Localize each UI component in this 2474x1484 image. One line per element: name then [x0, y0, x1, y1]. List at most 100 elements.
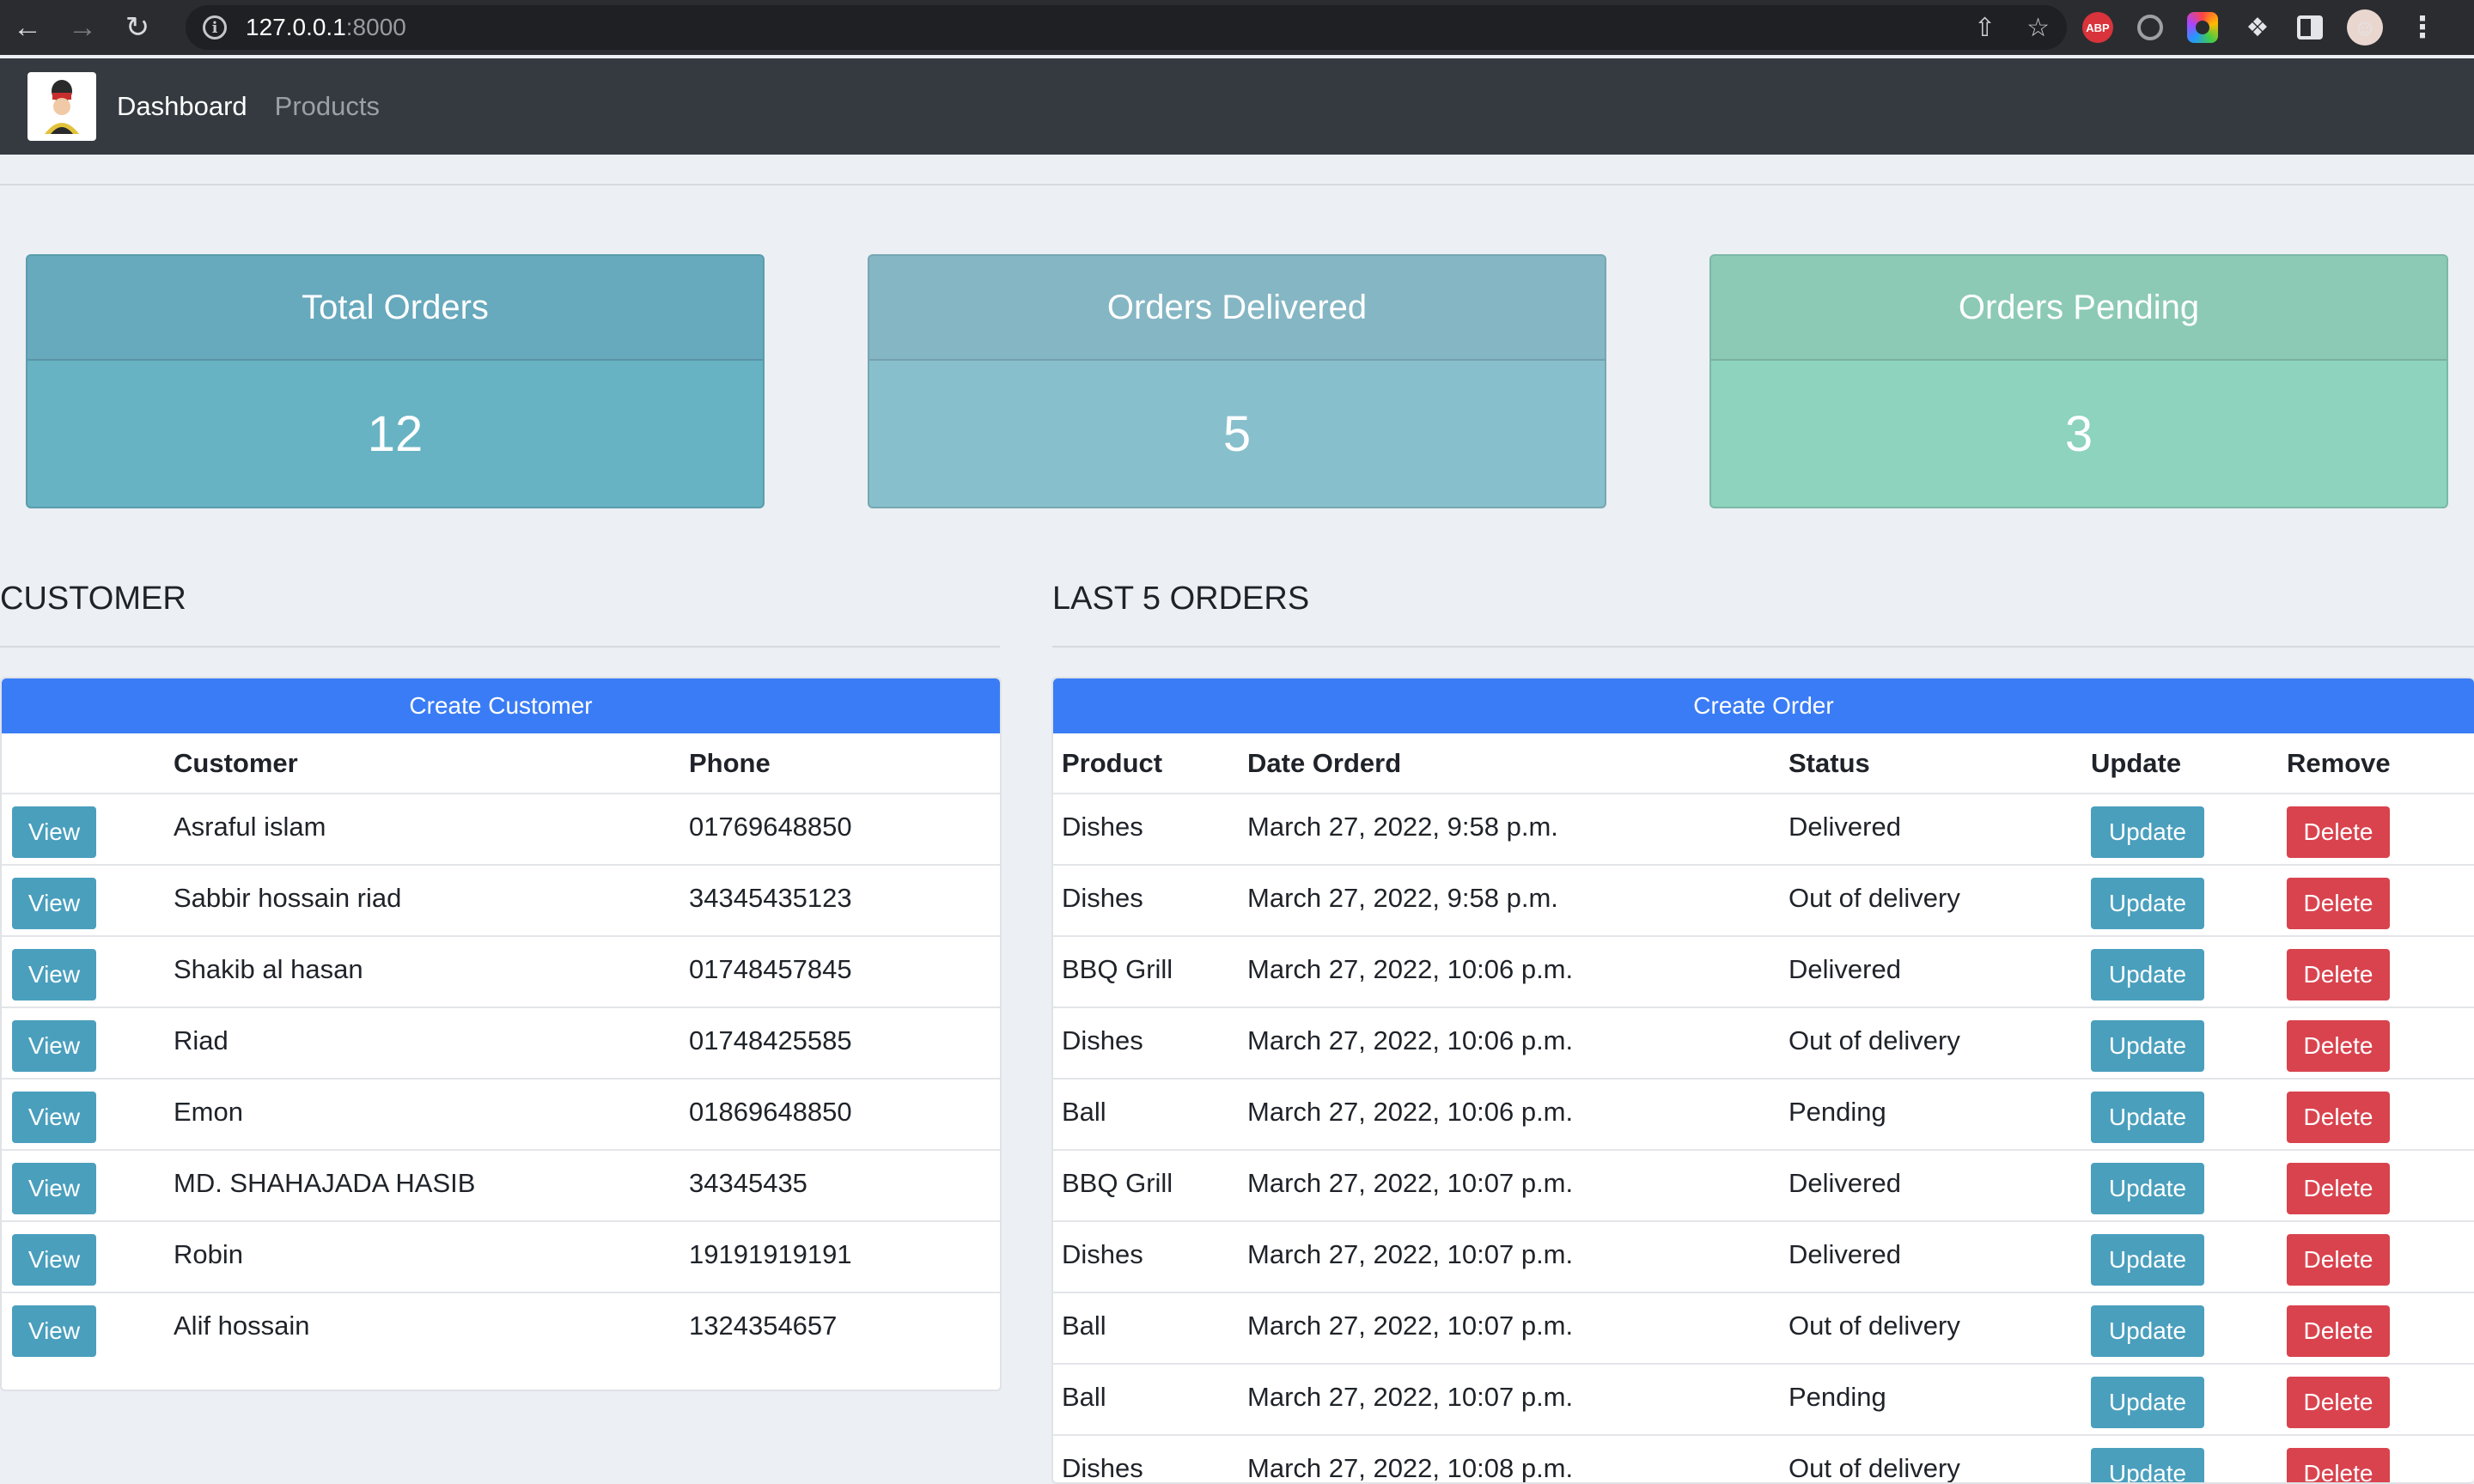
- address-bar[interactable]: i 127.0.0.1:8000 ⇧ ☆: [186, 5, 2067, 50]
- column-header: [2, 733, 174, 794]
- create-order-button[interactable]: Create Order: [1053, 678, 2474, 733]
- update-button[interactable]: Update: [2091, 1092, 2204, 1143]
- mascot-logo-icon: [45, 80, 79, 134]
- update-cell: Update: [2091, 1007, 2287, 1079]
- delete-button[interactable]: Delete: [2287, 1305, 2390, 1357]
- table-row: BBQ Grill March 27, 2022, 10:06 p.m. Deliv…: [1053, 935, 2474, 1007]
- customers-table: Customer Phone View Asraful islam 01769648…: [2, 733, 1000, 1364]
- view-cell: View: [2, 864, 174, 936]
- order-product: Dishes: [1053, 793, 1247, 865]
- table-row: View Robin 19191919191: [2, 1220, 1000, 1292]
- update-button[interactable]: Update: [2091, 806, 2204, 858]
- view-button[interactable]: View: [12, 1092, 96, 1143]
- order-product: Ball: [1053, 1363, 1247, 1435]
- update-button[interactable]: Update: [2091, 1163, 2204, 1214]
- customer-name: MD. SHAHAJADA HASIB: [174, 1149, 689, 1221]
- view-button[interactable]: View: [12, 806, 96, 858]
- update-button[interactable]: Update: [2091, 1234, 2204, 1286]
- browser-toolbar: ← → ↻ i 127.0.0.1:8000 ⇧ ☆ ABP ❖ ☺ ⋮: [0, 0, 2474, 55]
- table-row: BBQ Grill March 27, 2022, 10:07 p.m. Deliv…: [1053, 1149, 2474, 1221]
- update-button[interactable]: Update: [2091, 1377, 2204, 1428]
- side-panel-icon[interactable]: [2297, 15, 2323, 40]
- delete-button[interactable]: Delete: [2287, 806, 2390, 858]
- delete-cell: Delete: [2287, 864, 2474, 936]
- update-button[interactable]: Update: [2091, 878, 2204, 929]
- adblock-extension-icon[interactable]: ABP: [2082, 12, 2113, 43]
- table-row: Ball March 27, 2022, 10:07 p.m. Out of del…: [1053, 1292, 2474, 1364]
- orders-delivered-card: Orders Delivered 5: [868, 254, 1606, 508]
- table-row: Ball March 27, 2022, 10:06 p.m. Pending Upd…: [1053, 1078, 2474, 1150]
- order-date: March 27, 2022, 10:07 p.m.: [1247, 1149, 1788, 1221]
- nav-products-link[interactable]: Products: [275, 91, 380, 122]
- puzzle-extensions-icon[interactable]: ❖: [2242, 12, 2273, 43]
- create-customer-button[interactable]: Create Customer: [2, 678, 1000, 733]
- update-cell: Update: [2091, 935, 2287, 1007]
- update-button[interactable]: Update: [2091, 1448, 2204, 1482]
- delete-button[interactable]: Delete: [2287, 949, 2390, 1000]
- order-date: March 27, 2022, 9:58 p.m.: [1247, 864, 1788, 936]
- column-header: Product: [1062, 747, 1163, 778]
- total-orders-card: Total Orders 12: [26, 254, 765, 508]
- delete-button[interactable]: Delete: [2287, 1163, 2390, 1214]
- table-row: View Alif hossain 1324354657: [2, 1292, 1000, 1364]
- order-product: Dishes: [1053, 1434, 1247, 1482]
- order-product: Ball: [1053, 1292, 1247, 1364]
- browser-menu-icon[interactable]: ⋮: [2407, 11, 2438, 44]
- table-row: View Emon 01869648850: [2, 1078, 1000, 1150]
- brand-logo[interactable]: [27, 72, 96, 141]
- customer-name: Riad: [174, 1007, 689, 1079]
- view-button[interactable]: View: [12, 1163, 96, 1214]
- view-button[interactable]: View: [12, 1305, 96, 1357]
- site-info-icon[interactable]: i: [203, 15, 227, 40]
- nav-dashboard-link[interactable]: Dashboard: [117, 91, 247, 122]
- update-button[interactable]: Update: [2091, 1020, 2204, 1072]
- card-title: Orders Delivered: [869, 256, 1605, 361]
- order-date: March 27, 2022, 10:06 p.m.: [1247, 1078, 1788, 1150]
- delete-button[interactable]: Delete: [2287, 1020, 2390, 1072]
- delete-button[interactable]: Delete: [2287, 1377, 2390, 1428]
- order-date: March 27, 2022, 10:07 p.m.: [1247, 1363, 1788, 1435]
- delete-button[interactable]: Delete: [2287, 1234, 2390, 1286]
- order-product: Dishes: [1053, 864, 1247, 936]
- delete-button[interactable]: Delete: [2287, 1092, 2390, 1143]
- card-value: 3: [2064, 405, 2093, 462]
- share-icon[interactable]: ⇧: [1974, 13, 1996, 43]
- view-cell: View: [2, 1149, 174, 1221]
- table-row: Dishes March 27, 2022, 10:07 p.m. Delivere…: [1053, 1220, 2474, 1292]
- order-status: Out of delivery: [1788, 864, 2091, 936]
- order-status: Delivered: [1788, 1149, 2091, 1221]
- bookmark-star-icon[interactable]: ☆: [2026, 13, 2050, 43]
- view-button[interactable]: View: [12, 1020, 96, 1072]
- order-product: Dishes: [1053, 1007, 1247, 1079]
- orders-heading: LAST 5 ORDERS: [1052, 581, 1310, 617]
- sync-extension-icon[interactable]: [2137, 15, 2163, 40]
- update-cell: Update: [2091, 1149, 2287, 1221]
- delete-cell: Delete: [2287, 1007, 2474, 1079]
- view-button[interactable]: View: [12, 878, 96, 929]
- customer-phone: 34345435123: [689, 864, 1000, 936]
- order-status: Out of delivery: [1788, 1292, 2091, 1364]
- view-button[interactable]: View: [12, 949, 96, 1000]
- delete-button[interactable]: Delete: [2287, 1448, 2390, 1482]
- update-button[interactable]: Update: [2091, 949, 2204, 1000]
- update-button[interactable]: Update: [2091, 1305, 2204, 1357]
- order-status: Delivered: [1788, 1220, 2091, 1292]
- update-cell: Update: [2091, 864, 2287, 936]
- forward-arrow-icon[interactable]: →: [55, 0, 110, 55]
- delete-button[interactable]: Delete: [2287, 878, 2390, 929]
- view-button[interactable]: View: [12, 1234, 96, 1286]
- customer-phone: 19191919191: [689, 1220, 1000, 1292]
- color-extension-icon[interactable]: [2187, 12, 2218, 43]
- view-cell: View: [2, 935, 174, 1007]
- profile-avatar-icon[interactable]: ☺: [2347, 9, 2383, 46]
- card-value: 12: [367, 405, 424, 462]
- reload-icon[interactable]: ↻: [110, 0, 165, 55]
- app-navbar: Dashboard Products: [0, 58, 2474, 155]
- customers-panel: Create Customer Customer Phone View Asraf…: [0, 677, 1002, 1391]
- order-status: Pending: [1788, 1363, 2091, 1435]
- divider: [1052, 646, 2474, 648]
- order-date: March 27, 2022, 10:08 p.m.: [1247, 1434, 1788, 1482]
- back-arrow-icon[interactable]: ←: [0, 0, 55, 55]
- customer-phone: 34345435: [689, 1149, 1000, 1221]
- card-title: Orders Pending: [1711, 256, 2447, 361]
